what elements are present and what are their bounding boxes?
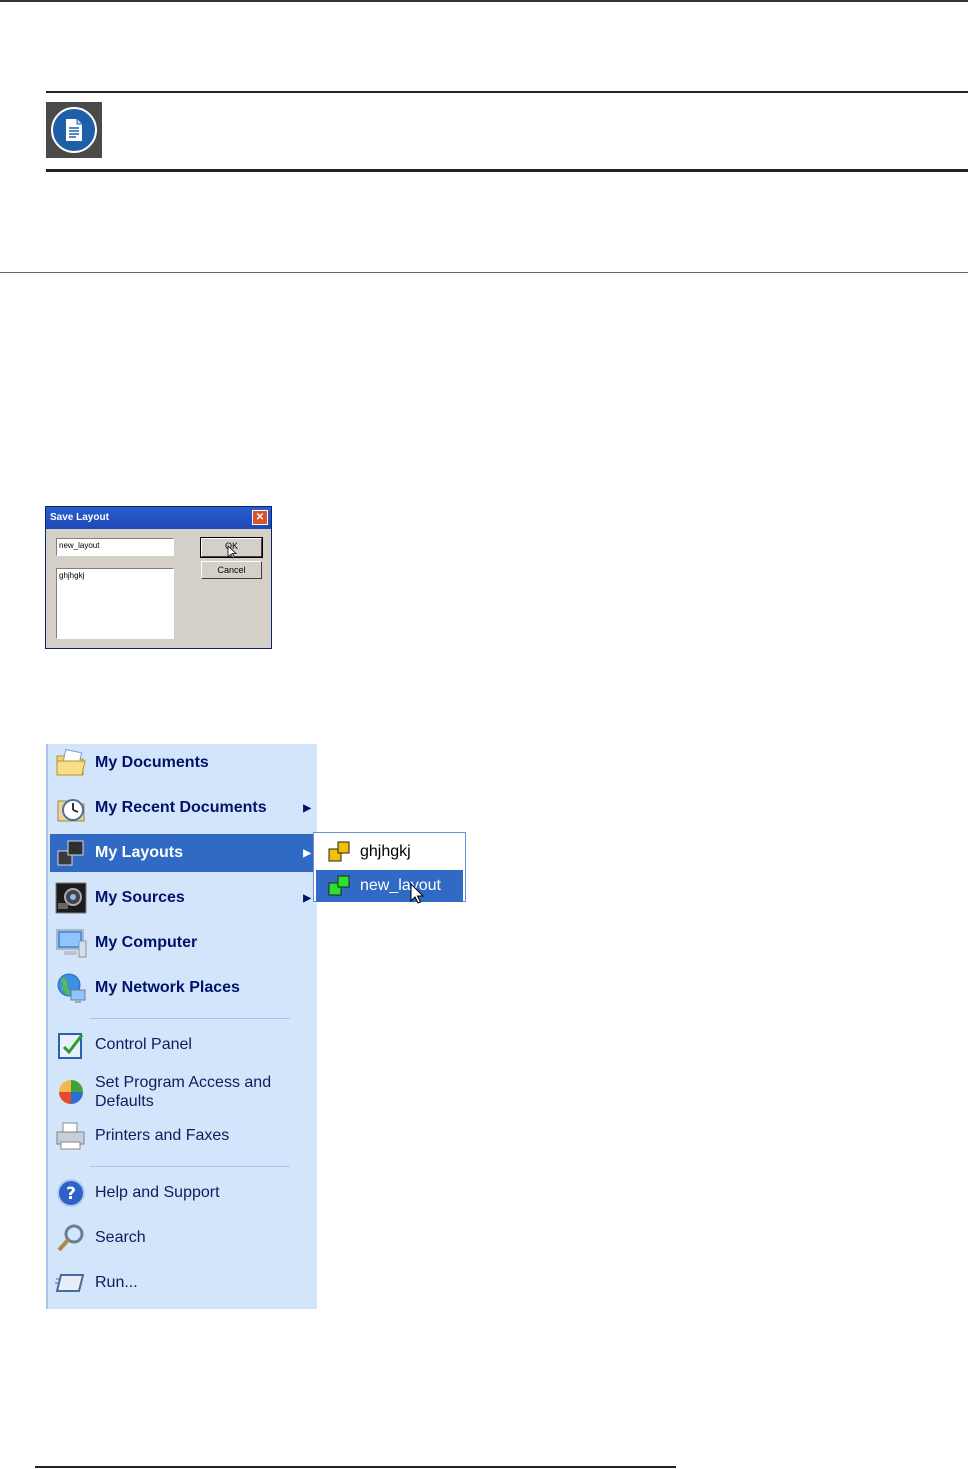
layout-name-input[interactable]: new_layout — [56, 538, 174, 556]
submenu-item-label: ghjhgkj — [360, 843, 411, 860]
layout-list[interactable]: ghjhgkj — [56, 568, 174, 639]
dialog-titlebar[interactable]: Save Layout ✕ — [46, 507, 271, 529]
network-places-icon — [52, 969, 90, 1007]
program-access-icon — [52, 1073, 90, 1111]
save-layout-dialog: Save Layout ✕ new_layout ghjhgkj OK Canc… — [45, 506, 272, 649]
layout-green-icon — [328, 875, 350, 897]
menu-item-label: Search — [95, 1229, 146, 1246]
note-bottom-rule — [46, 169, 968, 172]
menu-item-label: Control Panel — [95, 1036, 192, 1053]
menu-separator — [90, 1166, 290, 1167]
menu-item-my-computer[interactable]: My Computer — [50, 924, 317, 962]
layout-yellow-icon — [328, 841, 350, 863]
menu-item-my-network-places[interactable]: My Network Places — [50, 969, 317, 1007]
menu-item-my-documents[interactable]: My Documents — [50, 744, 317, 782]
printer-icon — [52, 1117, 90, 1155]
menu-item-label: My Layouts — [95, 844, 184, 861]
note-icon — [46, 102, 102, 158]
close-icon[interactable]: ✕ — [252, 510, 268, 525]
control-panel-icon — [52, 1026, 90, 1064]
top-rule — [0, 0, 968, 2]
menu-item-label: My Recent Documents — [95, 799, 267, 816]
menu-item-label: My Documents — [95, 754, 209, 771]
layouts-icon — [52, 834, 90, 872]
menu-item-label: My Computer — [95, 934, 198, 951]
menu-item-run[interactable]: Run... — [50, 1264, 317, 1302]
svg-text:?: ? — [66, 1184, 76, 1204]
chevron-right-icon: ▶ — [303, 802, 311, 814]
footer-rule — [35, 1466, 676, 1468]
chevron-right-icon: ▶ — [303, 847, 311, 859]
note-top-rule — [46, 91, 968, 93]
cancel-button[interactable]: Cancel — [201, 561, 262, 579]
folder-documents-icon — [52, 744, 90, 782]
search-icon — [52, 1219, 90, 1257]
menu-item-label: My Sources — [95, 889, 185, 906]
my-layouts-submenu: ghjhgkj new_layout — [313, 832, 466, 902]
chevron-right-icon: ▶ — [303, 892, 311, 904]
list-item[interactable]: ghjhgkj — [59, 571, 171, 580]
menu-item-control-panel[interactable]: Control Panel — [50, 1026, 317, 1064]
submenu-item-ghjhgkj[interactable]: ghjhgkj — [316, 836, 463, 868]
menu-separator — [90, 1018, 290, 1019]
menu-item-my-sources[interactable]: My Sources ▶ — [50, 879, 317, 917]
computer-icon — [52, 924, 90, 962]
run-icon — [52, 1264, 90, 1302]
menu-item-printers-and-faxes[interactable]: Printers and Faxes — [50, 1117, 317, 1155]
menu-item-my-layouts[interactable]: My Layouts ▶ — [50, 834, 317, 872]
menu-item-label: Printers and Faxes — [95, 1127, 230, 1144]
start-menu-right-pane: My Documents My Recent Documents ▶ My La… — [46, 744, 317, 1309]
menu-item-label: My Network Places — [95, 979, 240, 996]
submenu-item-new-layout[interactable]: new_layout — [316, 870, 463, 902]
menu-item-help-and-support[interactable]: ? Help and Support — [50, 1174, 317, 1212]
menu-item-label: Help and Support — [95, 1184, 220, 1201]
section-rule — [0, 272, 968, 273]
dialog-title: Save Layout — [50, 512, 109, 523]
menu-item-my-recent-documents[interactable]: My Recent Documents ▶ — [50, 789, 317, 827]
mouse-cursor-icon — [410, 882, 426, 909]
submenu-item-label: new_layout — [360, 877, 441, 894]
menu-item-set-program-access[interactable]: Set Program Access and Defaults — [50, 1070, 317, 1114]
menu-item-label: Set Program Access and Defaults — [95, 1074, 272, 1110]
sources-icon — [52, 879, 90, 917]
recent-documents-icon — [52, 789, 90, 827]
menu-item-search[interactable]: Search — [50, 1219, 317, 1257]
menu-item-label: Run... — [95, 1274, 138, 1291]
help-icon: ? — [52, 1174, 90, 1212]
